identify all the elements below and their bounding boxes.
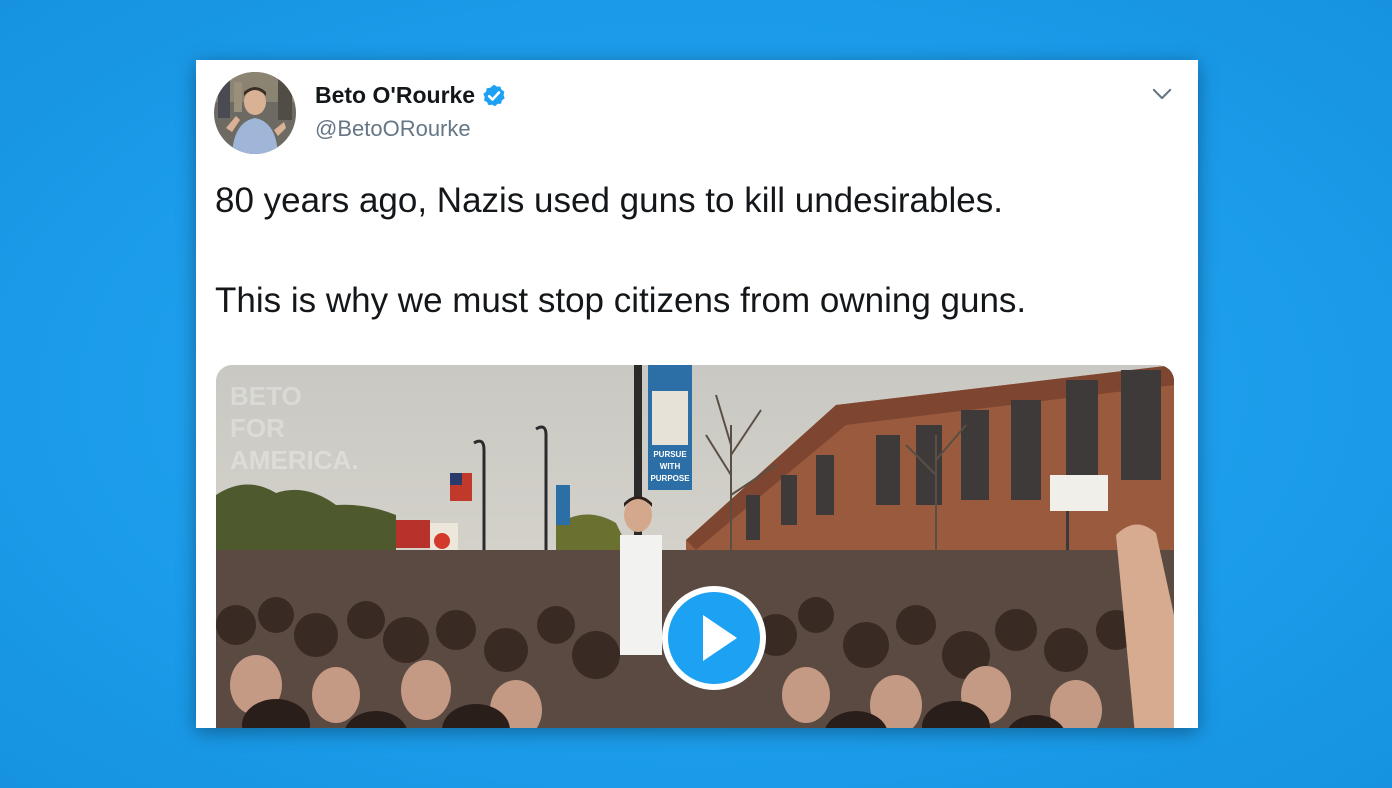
banner-text-3: PURPOSE <box>650 474 690 483</box>
banner-text-1: PURSUE <box>653 450 687 459</box>
avatar[interactable] <box>214 72 296 154</box>
watermark-line-1: BETO <box>230 381 302 411</box>
tweet-text: 80 years ago, Nazis used guns to kill un… <box>215 176 1175 326</box>
avatar-image <box>214 72 296 154</box>
banner-text-2: WITH <box>660 462 681 471</box>
author-name-row: Beto O'Rourke <box>315 82 507 109</box>
video-thumbnail[interactable]: PURSUE WITH PURPOSE BETO FOR AMERICA. <box>216 365 1174 728</box>
tweet-card: Beto O'Rourke @BetoORourke 80 years ago,… <box>196 60 1198 728</box>
chevron-down-icon[interactable] <box>1148 80 1176 108</box>
play-icon[interactable] <box>659 583 769 693</box>
author-handle[interactable]: @BetoORourke <box>315 116 471 142</box>
watermark-line-3: AMERICA. <box>230 445 359 475</box>
tweet-text-line-2: This is why we must stop citizens from o… <box>215 281 1027 320</box>
tweet-text-line-1: 80 years ago, Nazis used guns to kill un… <box>215 181 1003 220</box>
verified-badge-icon <box>483 84 505 106</box>
watermark-line-2: FOR <box>230 413 285 443</box>
author-display-name[interactable]: Beto O'Rourke <box>315 82 475 109</box>
